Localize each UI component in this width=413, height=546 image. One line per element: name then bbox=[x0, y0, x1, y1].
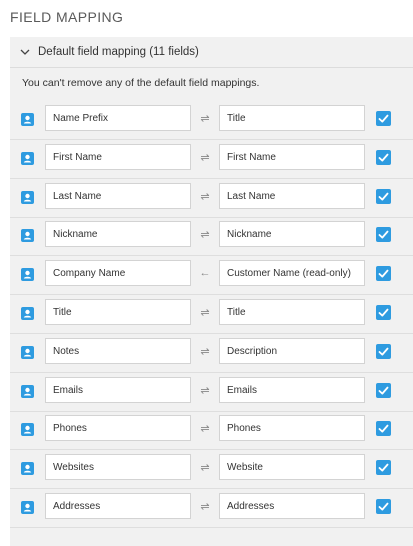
checkbox-checked-icon[interactable] bbox=[376, 383, 391, 398]
sync-arrows-icon: ⇌ bbox=[200, 384, 210, 397]
source-field[interactable]: Last Name bbox=[45, 183, 191, 209]
source-field[interactable]: Title bbox=[45, 299, 191, 325]
contact-icon bbox=[21, 152, 34, 165]
contact-icon bbox=[21, 191, 34, 204]
source-field[interactable]: First Name bbox=[45, 144, 191, 170]
contact-icon bbox=[21, 462, 34, 475]
mapping-row: Title ⇌ Title bbox=[10, 295, 413, 334]
target-field[interactable]: Emails bbox=[219, 377, 365, 403]
contact-icon bbox=[21, 346, 34, 359]
source-field[interactable]: Company Name bbox=[45, 260, 191, 286]
source-field[interactable]: Notes bbox=[45, 338, 191, 364]
target-field[interactable]: Phones bbox=[219, 415, 365, 441]
contact-icon bbox=[21, 113, 34, 126]
sync-arrows-icon: ⇌ bbox=[200, 190, 210, 203]
target-field[interactable]: Title bbox=[219, 105, 365, 131]
mapping-row: Name Prefix ⇌ Title bbox=[10, 101, 413, 140]
source-field[interactable]: Addresses bbox=[45, 493, 191, 519]
mapping-row: Nickname ⇌ Nickname bbox=[10, 217, 413, 256]
chevron-down-icon bbox=[19, 46, 31, 58]
checkbox-checked-icon[interactable] bbox=[376, 421, 391, 436]
contact-icon bbox=[21, 268, 34, 281]
sync-arrows-icon: ⇌ bbox=[200, 345, 210, 358]
source-field[interactable]: Name Prefix bbox=[45, 105, 191, 131]
target-field[interactable]: Nickname bbox=[219, 221, 365, 247]
target-field[interactable]: Addresses bbox=[219, 493, 365, 519]
sync-arrows-icon: ⇌ bbox=[200, 151, 210, 164]
checkbox-checked-icon[interactable] bbox=[376, 150, 391, 165]
section-toggle[interactable]: Default field mapping (11 fields) bbox=[10, 37, 413, 68]
sync-arrows-icon: ⇌ bbox=[200, 461, 210, 474]
sync-arrows-icon: ⇌ bbox=[200, 500, 210, 513]
source-field[interactable]: Phones bbox=[45, 415, 191, 441]
mapping-row: Websites ⇌ Website bbox=[10, 450, 413, 489]
mapping-row: First Name ⇌ First Name bbox=[10, 140, 413, 179]
checkbox-checked-icon[interactable] bbox=[376, 344, 391, 359]
contact-icon bbox=[21, 229, 34, 242]
checkbox-checked-icon[interactable] bbox=[376, 227, 391, 242]
mapping-row: Addresses ⇌ Addresses bbox=[10, 489, 413, 528]
checkbox-checked-icon[interactable] bbox=[376, 111, 391, 126]
section-header-label: Default field mapping (11 fields) bbox=[38, 46, 199, 58]
source-field[interactable]: Nickname bbox=[45, 221, 191, 247]
target-field[interactable]: Customer Name (read-only) bbox=[219, 260, 365, 286]
contact-icon bbox=[21, 501, 34, 514]
checkbox-checked-icon[interactable] bbox=[376, 266, 391, 281]
source-field[interactable]: Websites bbox=[45, 454, 191, 480]
sync-arrows-icon: ⇌ bbox=[200, 228, 210, 241]
checkbox-checked-icon[interactable] bbox=[376, 189, 391, 204]
mapping-row: Last Name ⇌ Last Name bbox=[10, 179, 413, 218]
target-field[interactable]: Description bbox=[219, 338, 365, 364]
target-field[interactable]: Last Name bbox=[219, 183, 365, 209]
target-field[interactable]: First Name bbox=[219, 144, 365, 170]
mapping-row: Phones ⇌ Phones bbox=[10, 411, 413, 450]
mapping-row: Company Name ← Customer Name (read-only) bbox=[10, 256, 413, 295]
sync-arrows-icon: ⇌ bbox=[200, 112, 210, 125]
field-mapping-panel: Default field mapping (11 fields) You ca… bbox=[10, 37, 413, 546]
section-note: You can't remove any of the default fiel… bbox=[22, 77, 260, 89]
page-title: FIELD MAPPING bbox=[10, 9, 124, 25]
sync-arrows-icon: ⇌ bbox=[200, 306, 210, 319]
checkbox-checked-icon[interactable] bbox=[376, 460, 391, 475]
source-field[interactable]: Emails bbox=[45, 377, 191, 403]
target-field[interactable]: Title bbox=[219, 299, 365, 325]
mapping-row: Emails ⇌ Emails bbox=[10, 373, 413, 412]
arrow-left-icon: ← bbox=[199, 267, 211, 279]
sync-arrows-icon: ⇌ bbox=[200, 422, 210, 435]
contact-icon bbox=[21, 423, 34, 436]
target-field[interactable]: Website bbox=[219, 454, 365, 480]
mapping-row: Notes ⇌ Description bbox=[10, 334, 413, 373]
checkbox-checked-icon[interactable] bbox=[376, 305, 391, 320]
contact-icon bbox=[21, 307, 34, 320]
contact-icon bbox=[21, 385, 34, 398]
checkbox-checked-icon[interactable] bbox=[376, 499, 391, 514]
